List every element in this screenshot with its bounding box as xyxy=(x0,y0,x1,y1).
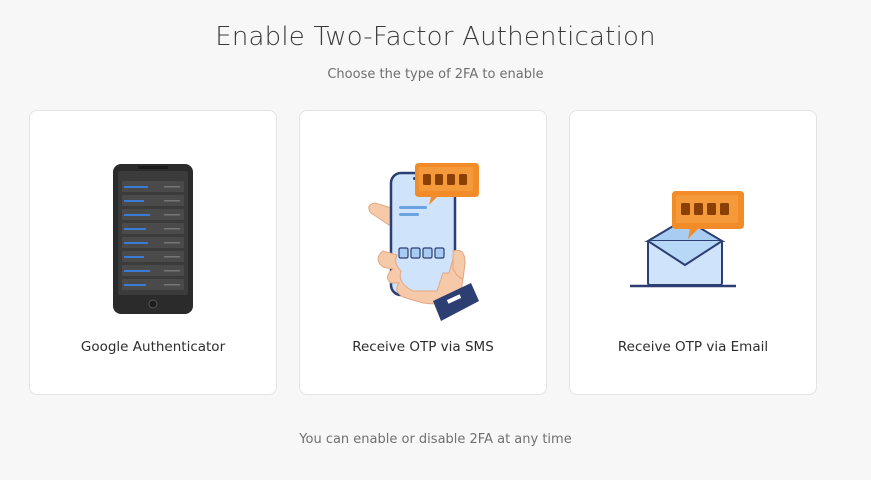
two-factor-setup-page: Enable Two-Factor Authentication Choose … xyxy=(0,0,871,480)
page-title: Enable Two-Factor Authentication xyxy=(215,22,656,52)
page-subtitle: Choose the type of 2FA to enable xyxy=(327,67,544,82)
footer-note: You can enable or disable 2FA at any tim… xyxy=(299,432,572,447)
option-label-google-authenticator: Google Authenticator xyxy=(80,339,226,355)
option-card-email[interactable]: Receive OTP via Email xyxy=(569,110,817,395)
option-card-sms[interactable]: Receive OTP via SMS xyxy=(299,110,547,395)
sms-phone-icon xyxy=(300,151,546,326)
email-envelope-icon xyxy=(570,151,816,326)
option-label-email: Receive OTP via Email xyxy=(617,339,769,355)
option-label-sms: Receive OTP via SMS xyxy=(352,339,494,355)
authenticator-phone-icon xyxy=(30,151,276,326)
option-card-google-authenticator[interactable]: Google Authenticator xyxy=(29,110,277,395)
